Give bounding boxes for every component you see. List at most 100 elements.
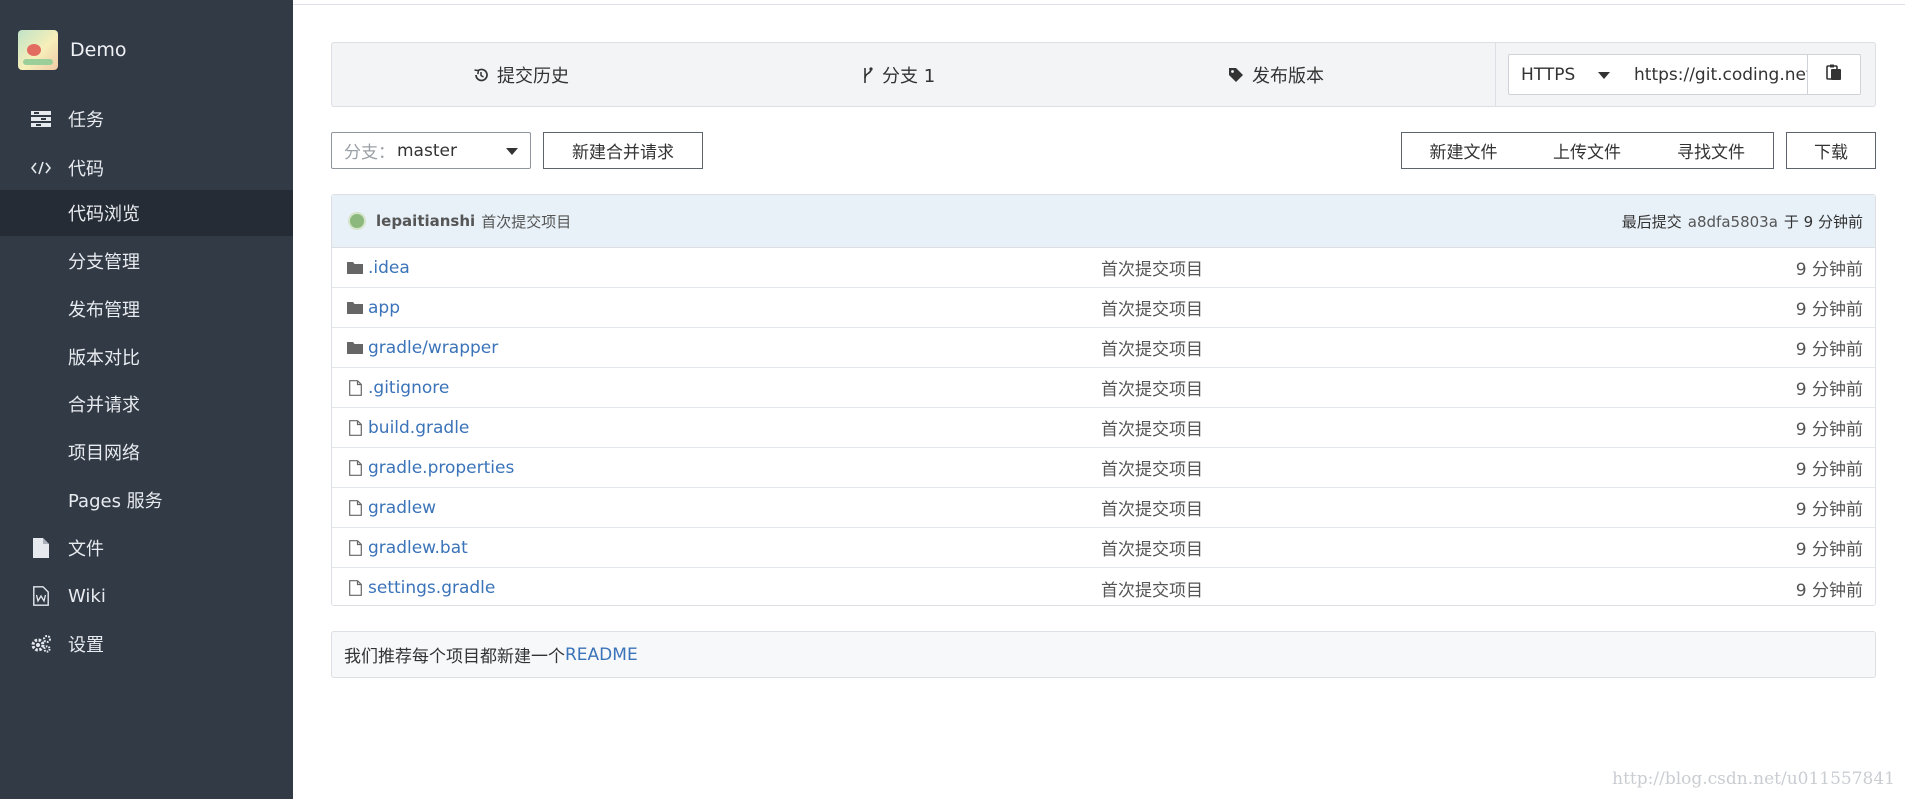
branch-value: master — [397, 140, 457, 161]
sidebar-item-label: 项目网络 — [68, 443, 140, 464]
table-row[interactable]: .gitignore 首次提交项目 9 分钟前 — [332, 368, 1875, 408]
file-icon — [346, 379, 364, 397]
file-commit-message[interactable]: 首次提交项目 — [1101, 335, 1203, 360]
sidebar-item-label: 任务 — [68, 110, 104, 131]
folder-icon — [346, 299, 364, 317]
gears-icon — [30, 633, 52, 655]
file-name-link[interactable]: build.gradle — [368, 418, 469, 438]
file-commit-time: 9 分钟前 — [1795, 300, 1863, 320]
table-row[interactable]: gradle/wrapper 首次提交项目 9 分钟前 — [332, 328, 1875, 368]
download-button[interactable]: 下载 — [1786, 132, 1876, 169]
sidebar-item-branches[interactable]: 分支管理 — [0, 238, 293, 284]
table-row[interactable]: gradlew 首次提交项目 9 分钟前 — [332, 488, 1875, 528]
file-commit-message[interactable]: 首次提交项目 — [1101, 375, 1203, 400]
sidebar-item-files[interactable]: 文件 — [0, 525, 293, 571]
sidebar-item-label: 合并请求 — [68, 395, 140, 416]
copy-url-button[interactable] — [1807, 54, 1861, 95]
sidebar-item-code[interactable]: 代码 — [0, 145, 293, 191]
branch-select[interactable]: 分支： master — [331, 132, 531, 169]
find-file-button[interactable]: 寻找文件 — [1649, 132, 1774, 169]
sidebar-item-label: 分支管理 — [68, 252, 140, 273]
table-row[interactable]: .idea 首次提交项目 9 分钟前 — [332, 248, 1875, 288]
upload-file-button[interactable]: 上传文件 — [1525, 132, 1650, 169]
sidebar-item-releases[interactable]: 发布管理 — [0, 286, 293, 332]
file-name-link[interactable]: .idea — [368, 258, 410, 278]
file-name-link[interactable]: gradle/wrapper — [368, 338, 498, 358]
tab-label: 分支 1 — [882, 65, 936, 87]
sidebar-item-settings[interactable]: 设置 — [0, 621, 293, 667]
file-commit-message[interactable]: 首次提交项目 — [1101, 255, 1203, 280]
wiki-icon — [30, 585, 52, 607]
file-commit-time: 9 分钟前 — [1795, 580, 1863, 601]
file-name-link[interactable]: .gitignore — [368, 378, 449, 398]
file-commit-message[interactable]: 首次提交项目 — [1101, 535, 1203, 560]
sidebar-item-wiki[interactable]: Wiki — [0, 573, 293, 619]
sidebar: Demo 任务 代码 代码浏览 分支管理 发布管理 版本对比 合并请求 项目网络… — [0, 0, 293, 799]
file-commit-message[interactable]: 首次提交项目 — [1101, 295, 1203, 320]
sidebar-item-label: 设置 — [68, 635, 104, 656]
commit-meta: 最后提交 a8dfa5803a 于 9 分钟前 — [1622, 195, 1863, 248]
file-icon — [346, 579, 364, 597]
folder-icon — [346, 339, 364, 357]
branch-icon — [862, 66, 874, 84]
file-commit-message[interactable]: 首次提交项目 — [1101, 495, 1203, 520]
avatar[interactable] — [348, 212, 366, 230]
commit-author[interactable]: lepaitianshi — [376, 212, 475, 230]
protocol-value: HTTPS — [1521, 64, 1576, 85]
file-commit-time: 9 分钟前 — [1795, 500, 1863, 520]
commit-hash[interactable]: a8dfa5803a — [1688, 213, 1778, 231]
sidebar-item-compare[interactable]: 版本对比 — [0, 334, 293, 380]
code-icon — [30, 157, 52, 179]
file-name-link[interactable]: app — [368, 298, 400, 318]
file-commit-time: 9 分钟前 — [1795, 540, 1863, 560]
tab-commit-history[interactable]: 提交历史 — [473, 43, 569, 106]
file-icon — [346, 539, 364, 557]
table-row[interactable]: build.gradle 首次提交项目 9 分钟前 — [332, 408, 1875, 448]
file-commit-time: 9 分钟前 — [1795, 460, 1863, 480]
repo-header-bar: 提交历史 分支 1 发布版本 HTTPS — [331, 42, 1876, 107]
copy-icon — [1826, 64, 1842, 85]
sidebar-item-pages[interactable]: Pages 服务 — [0, 477, 293, 523]
tab-label: 提交历史 — [497, 65, 569, 87]
file-icon — [346, 459, 364, 477]
sidebar-item-code-browse[interactable]: 代码浏览 — [0, 190, 293, 236]
commit-time: 于 9 分钟前 — [1783, 213, 1863, 231]
new-file-button[interactable]: 新建文件 — [1401, 132, 1526, 169]
file-name-link[interactable]: gradle.properties — [368, 458, 514, 478]
file-commit-message[interactable]: 首次提交项目 — [1101, 455, 1203, 480]
table-row[interactable]: gradlew.bat 首次提交项目 9 分钟前 — [332, 528, 1875, 568]
file-name-link[interactable]: settings.gradle — [368, 578, 495, 598]
last-commit-row: lepaitianshi 首次提交项目 最后提交 a8dfa5803a 于 9 … — [332, 195, 1875, 248]
sidebar-item-label: 代码浏览 — [68, 204, 140, 225]
tab-branches[interactable]: 分支 1 — [862, 43, 935, 106]
sidebar-item-label: Wiki — [68, 585, 106, 607]
table-row[interactable]: app 首次提交项目 9 分钟前 — [332, 288, 1875, 328]
tab-releases[interactable]: 发布版本 — [1228, 43, 1324, 106]
tab-label: 发布版本 — [1252, 65, 1324, 87]
chevron-down-icon — [1598, 72, 1610, 79]
clone-url-input[interactable] — [1622, 54, 1808, 95]
sidebar-item-tasks[interactable]: 任务 — [0, 96, 293, 142]
project-name: Demo — [70, 39, 127, 61]
sidebar-item-label: 发布管理 — [68, 300, 140, 321]
table-row[interactable]: gradle.properties 首次提交项目 9 分钟前 — [332, 448, 1875, 488]
project-avatar — [18, 30, 58, 70]
readme-link[interactable]: README — [565, 645, 638, 665]
file-commit-message[interactable]: 首次提交项目 — [1101, 415, 1203, 440]
file-name-link[interactable]: gradlew — [368, 498, 436, 518]
folder-icon — [346, 259, 364, 277]
branch-prefix: 分支： — [344, 143, 395, 163]
commit-message[interactable]: 首次提交项目 — [481, 211, 571, 232]
new-merge-request-button[interactable]: 新建合并请求 — [543, 132, 703, 169]
protocol-select[interactable]: HTTPS — [1508, 54, 1623, 95]
commit-prefix: 最后提交 — [1621, 213, 1682, 231]
file-commit-message[interactable]: 首次提交项目 — [1101, 576, 1203, 601]
file-commit-time: 9 分钟前 — [1795, 340, 1863, 360]
table-row[interactable]: settings.gradle 首次提交项目 9 分钟前 — [332, 568, 1875, 608]
sidebar-item-merge-requests[interactable]: 合并请求 — [0, 381, 293, 427]
file-commit-time: 9 分钟前 — [1795, 380, 1863, 400]
project-brand[interactable]: Demo — [18, 30, 126, 70]
watermark: http://blog.csdn.net/u011557841 — [1612, 769, 1895, 789]
sidebar-item-network[interactable]: 项目网络 — [0, 429, 293, 475]
file-name-link[interactable]: gradlew.bat — [368, 538, 468, 558]
